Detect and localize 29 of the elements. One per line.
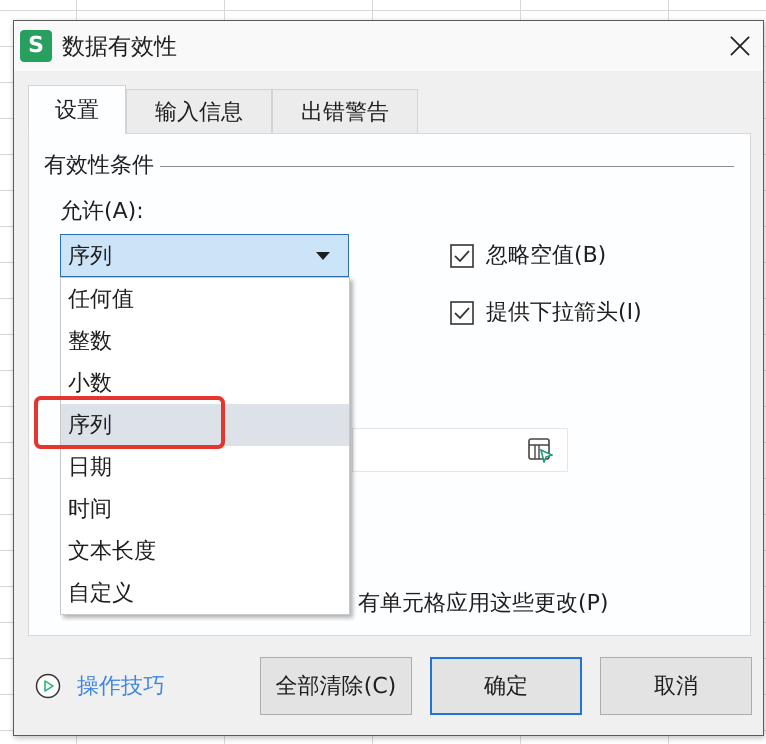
range-select-icon[interactable]	[527, 437, 553, 463]
app-logo: S	[20, 30, 52, 62]
dialog-button[interactable]: 取消	[600, 656, 752, 714]
dropdown-option[interactable]: 小数	[61, 362, 349, 404]
checkbox[interactable]	[450, 301, 474, 325]
window-title: 数据有效性	[62, 32, 177, 62]
allow-select[interactable]: 序列	[60, 234, 349, 277]
checkbox[interactable]	[450, 244, 474, 268]
dialog-button[interactable]: 全部清除(C)	[260, 656, 412, 714]
dropdown-option[interactable]: 序列	[61, 404, 349, 446]
dropdown-option[interactable]: 时间	[61, 488, 349, 530]
checkbox-label[interactable]: 提供下拉箭头(I)	[486, 299, 642, 327]
dropdown-option[interactable]: 整数	[61, 320, 349, 362]
caret-icon	[316, 252, 330, 260]
field-label: 允许(A):	[60, 198, 144, 226]
tab[interactable]: 输入信息	[126, 89, 272, 133]
apply-checkbox-label[interactable]: 有单元格应用这些更改(P)	[358, 589, 608, 619]
group-label: 有效性条件	[44, 152, 154, 180]
source-field[interactable]	[352, 428, 568, 472]
dropdown-option[interactable]: 日期	[61, 446, 349, 488]
dropdown-option[interactable]: 自定义	[61, 572, 349, 614]
dropdown-option[interactable]: 文本长度	[61, 530, 349, 572]
checkbox-label[interactable]: 忽略空值(B)	[486, 242, 606, 270]
tab[interactable]: 设置	[28, 85, 126, 134]
dropdown-option[interactable]: 任何值	[61, 278, 349, 320]
play-icon[interactable]	[35, 672, 61, 698]
dialog-button[interactable]: 确定	[430, 656, 582, 714]
tab[interactable]: 出错警告	[272, 89, 418, 133]
close-icon[interactable]	[730, 36, 750, 56]
